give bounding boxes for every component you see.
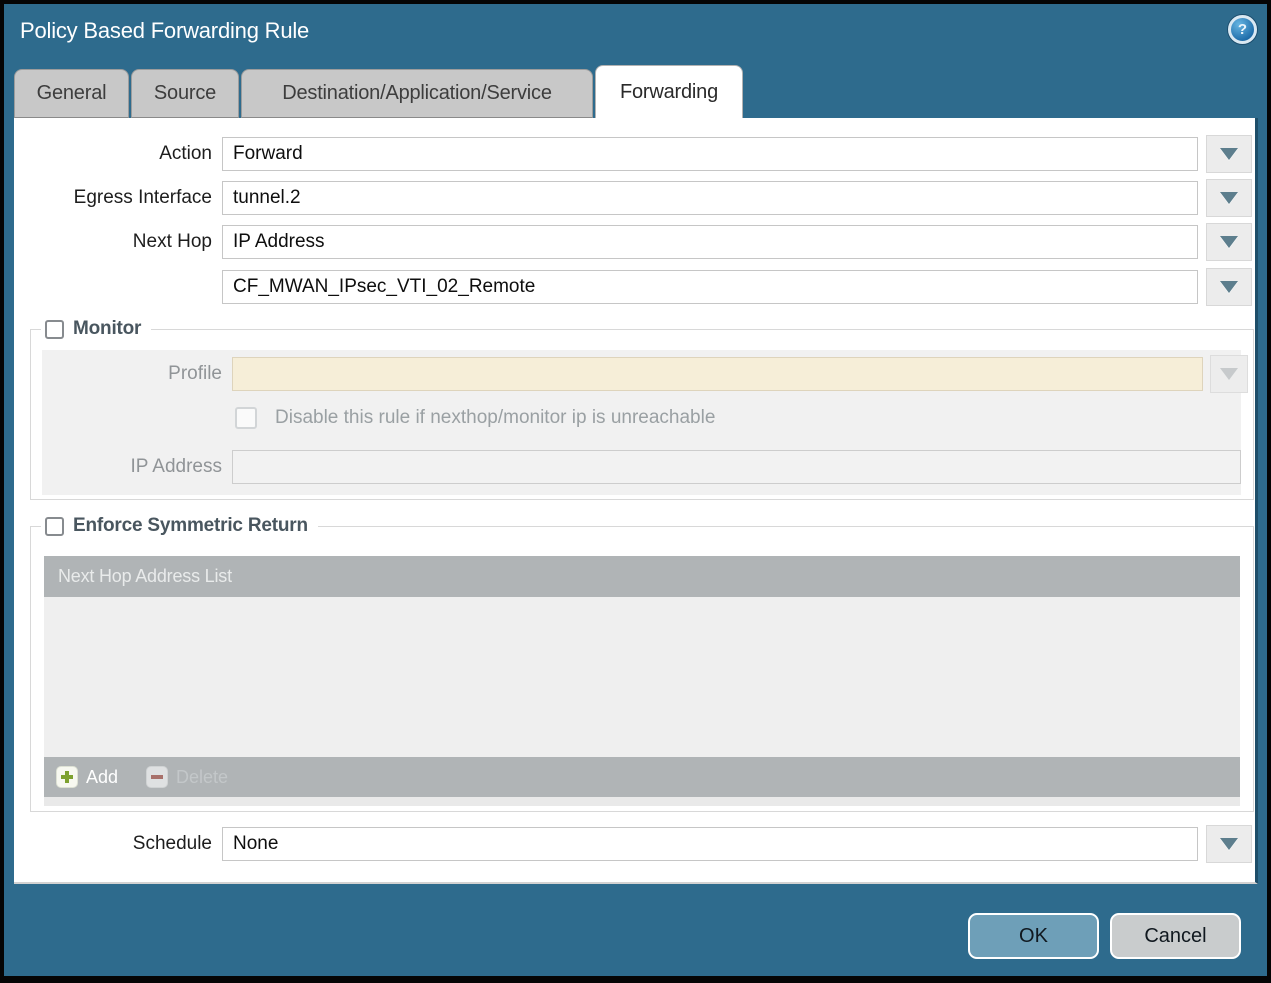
- enforce-symmetric-return-fieldset: Enforce Symmetric Return Next Hop Addres…: [30, 526, 1254, 812]
- next-hop-address-list-body[interactable]: [44, 597, 1240, 757]
- chevron-down-icon: [1220, 148, 1238, 160]
- delete-button: Delete: [146, 766, 228, 788]
- next-hop-type-dropdown-button[interactable]: [1206, 223, 1252, 261]
- tab-general[interactable]: General: [14, 69, 129, 118]
- disable-rule-checkbox: [235, 407, 257, 429]
- egress-interface-dropdown-button[interactable]: [1206, 179, 1252, 217]
- chevron-down-icon: [1220, 838, 1238, 850]
- schedule-label: Schedule: [14, 827, 212, 861]
- enforce-symmetric-return-label: Enforce Symmetric Return: [73, 515, 308, 537]
- forwarding-tab-panel: Action Egress Interface Next Hop Monitor: [14, 118, 1258, 884]
- monitor-ip-address-input: [232, 450, 1241, 484]
- tab-bar: General Source Destination/Application/S…: [14, 65, 743, 118]
- action-input[interactable]: [222, 137, 1198, 171]
- tab-destination-label: Destination/Application/Service: [282, 82, 552, 105]
- tab-general-label: General: [37, 82, 107, 105]
- tab-forwarding[interactable]: Forwarding: [595, 65, 743, 118]
- help-icon[interactable]: ?: [1228, 15, 1257, 44]
- profile-label: Profile: [42, 357, 222, 391]
- next-hop-address-table: Next Hop Address List Add Delete: [44, 556, 1240, 806]
- action-dropdown-button[interactable]: [1206, 135, 1252, 173]
- schedule-input[interactable]: [222, 827, 1198, 861]
- schedule-dropdown-button[interactable]: [1206, 825, 1252, 863]
- monitor-legend: Monitor: [41, 316, 151, 342]
- monitor-panel: Profile Disable this rule if nexthop/mon…: [42, 350, 1241, 495]
- tab-destination-application-service[interactable]: Destination/Application/Service: [241, 69, 593, 118]
- tab-source-label: Source: [154, 82, 216, 105]
- cancel-button[interactable]: Cancel: [1110, 913, 1241, 959]
- next-hop-label: Next Hop: [14, 225, 212, 259]
- profile-dropdown-button: [1210, 355, 1248, 393]
- next-hop-address-input[interactable]: [222, 270, 1198, 304]
- egress-interface-input[interactable]: [222, 181, 1198, 215]
- chevron-down-icon: [1220, 192, 1238, 204]
- monitor-checkbox[interactable]: [45, 320, 64, 339]
- table-action-bar: Add Delete: [44, 757, 1240, 797]
- delete-button-label: Delete: [176, 767, 228, 788]
- ok-button[interactable]: OK: [968, 913, 1099, 959]
- action-label: Action: [14, 137, 212, 171]
- monitor-fieldset: Monitor Profile Disable this rule if nex…: [30, 329, 1254, 500]
- egress-interface-label: Egress Interface: [14, 181, 212, 215]
- next-hop-address-dropdown-button[interactable]: [1206, 268, 1252, 306]
- help-icon-glyph: ?: [1238, 21, 1247, 38]
- chevron-down-icon: [1220, 236, 1238, 248]
- profile-input: [232, 357, 1203, 391]
- plus-icon: [56, 766, 78, 788]
- next-hop-address-list-header: Next Hop Address List: [44, 556, 1240, 597]
- enforce-symmetric-return-legend: Enforce Symmetric Return: [41, 513, 318, 539]
- table-bottom-strip: [44, 797, 1240, 806]
- tab-source[interactable]: Source: [131, 69, 239, 118]
- add-button-label: Add: [86, 767, 118, 788]
- dialog-title: Policy Based Forwarding Rule: [20, 18, 309, 44]
- chevron-down-icon: [1220, 281, 1238, 293]
- pbf-rule-dialog: Policy Based Forwarding Rule ? General S…: [0, 0, 1271, 983]
- monitor-legend-label: Monitor: [73, 318, 141, 340]
- next-hop-type-input[interactable]: [222, 225, 1198, 259]
- minus-icon: [146, 766, 168, 788]
- add-button[interactable]: Add: [56, 766, 118, 788]
- disable-rule-label: Disable this rule if nexthop/monitor ip …: [275, 407, 715, 429]
- chevron-down-icon: [1220, 368, 1238, 380]
- tab-forwarding-label: Forwarding: [620, 81, 718, 104]
- monitor-ip-address-label: IP Address: [42, 450, 222, 484]
- enforce-symmetric-return-checkbox[interactable]: [45, 517, 64, 536]
